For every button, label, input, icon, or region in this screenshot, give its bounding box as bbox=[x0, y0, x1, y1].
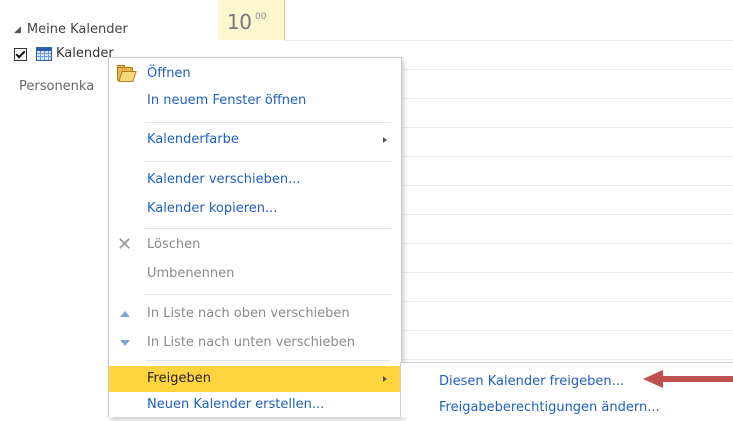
menu-separator bbox=[145, 294, 391, 295]
menu-item-rename: Umbenennen bbox=[109, 262, 401, 286]
calendar-item-label: Kalender bbox=[56, 46, 114, 61]
menu-item-open-new-window[interactable]: In neuem Fenster öffnen bbox=[109, 89, 401, 113]
move-up-icon bbox=[115, 304, 135, 324]
menu-item-share[interactable]: Freigeben bbox=[109, 366, 401, 392]
my-calendars-group[interactable]: ◢ Meine Kalender bbox=[14, 22, 128, 37]
time-minute-label: 00 bbox=[255, 12, 267, 22]
menu-item-label: Kalender verschieben... bbox=[147, 172, 301, 187]
calendar-context-menu: Öffnen In neuem Fenster öffnen Kalenderf… bbox=[108, 57, 402, 417]
submenu-item-label: Freigabeberechtigungen ändern... bbox=[439, 400, 660, 415]
menu-item-delete: ✕ Löschen bbox=[109, 233, 401, 257]
menu-item-copy-calendar[interactable]: Kalender kopieren... bbox=[109, 197, 401, 221]
delete-x-icon: ✕ bbox=[117, 234, 133, 255]
menu-item-move-calendar: Kalender verschieben... bbox=[109, 168, 401, 192]
calendar-checkbox[interactable] bbox=[14, 48, 27, 61]
menu-item-move-down: In Liste nach unten verschieben bbox=[109, 331, 401, 355]
move-down-icon bbox=[115, 333, 135, 353]
time-hour-label: 10 bbox=[227, 10, 252, 34]
menu-item-label: Kalenderfarbe bbox=[147, 132, 239, 147]
submenu-arrow-icon bbox=[383, 376, 387, 382]
collapse-triangle-icon[interactable]: ◢ bbox=[14, 25, 21, 35]
menu-separator bbox=[145, 228, 391, 229]
menu-item-label: Freigeben bbox=[147, 371, 211, 386]
menu-item-label: In Liste nach oben verschieben bbox=[147, 306, 350, 321]
my-calendars-label: Meine Kalender bbox=[26, 22, 128, 37]
menu-separator bbox=[145, 360, 391, 361]
menu-item-label: In Liste nach unten verschieben bbox=[147, 335, 356, 350]
menu-item-label: Kalender kopieren... bbox=[147, 201, 278, 216]
menu-item-label: In neuem Fenster öffnen bbox=[147, 93, 307, 108]
submenu-arrow-icon bbox=[383, 137, 387, 143]
menu-item-label: Löschen bbox=[147, 237, 201, 252]
menu-item-calendar-color[interactable]: Kalenderfarbe bbox=[109, 128, 401, 152]
menu-separator bbox=[145, 122, 391, 123]
menu-item-label: Öffnen bbox=[147, 66, 191, 81]
menu-item-label: Umbenennen bbox=[147, 266, 235, 281]
submenu-item-label: Diesen Kalender freigeben... bbox=[439, 374, 624, 389]
menu-separator bbox=[145, 161, 391, 162]
grid-line bbox=[284, 40, 733, 41]
calendar-icon bbox=[36, 47, 52, 61]
menu-item-move-up: In Liste nach oben verschieben bbox=[109, 302, 401, 326]
annotation-arrow-icon bbox=[643, 370, 733, 388]
people-calendars-header[interactable]: Personenka bbox=[19, 79, 94, 94]
menu-item-open[interactable]: Öffnen bbox=[109, 62, 401, 86]
time-slot-10[interactable]: 10 00 bbox=[218, 0, 285, 40]
submenu-item-change-permissions[interactable]: Freigabeberechtigungen ändern... bbox=[401, 395, 733, 421]
open-folder-icon bbox=[115, 64, 137, 84]
menu-item-label: Neuen Kalender erstellen... bbox=[147, 397, 325, 412]
menu-item-new-calendar[interactable]: Neuen Kalender erstellen... bbox=[109, 393, 401, 417]
